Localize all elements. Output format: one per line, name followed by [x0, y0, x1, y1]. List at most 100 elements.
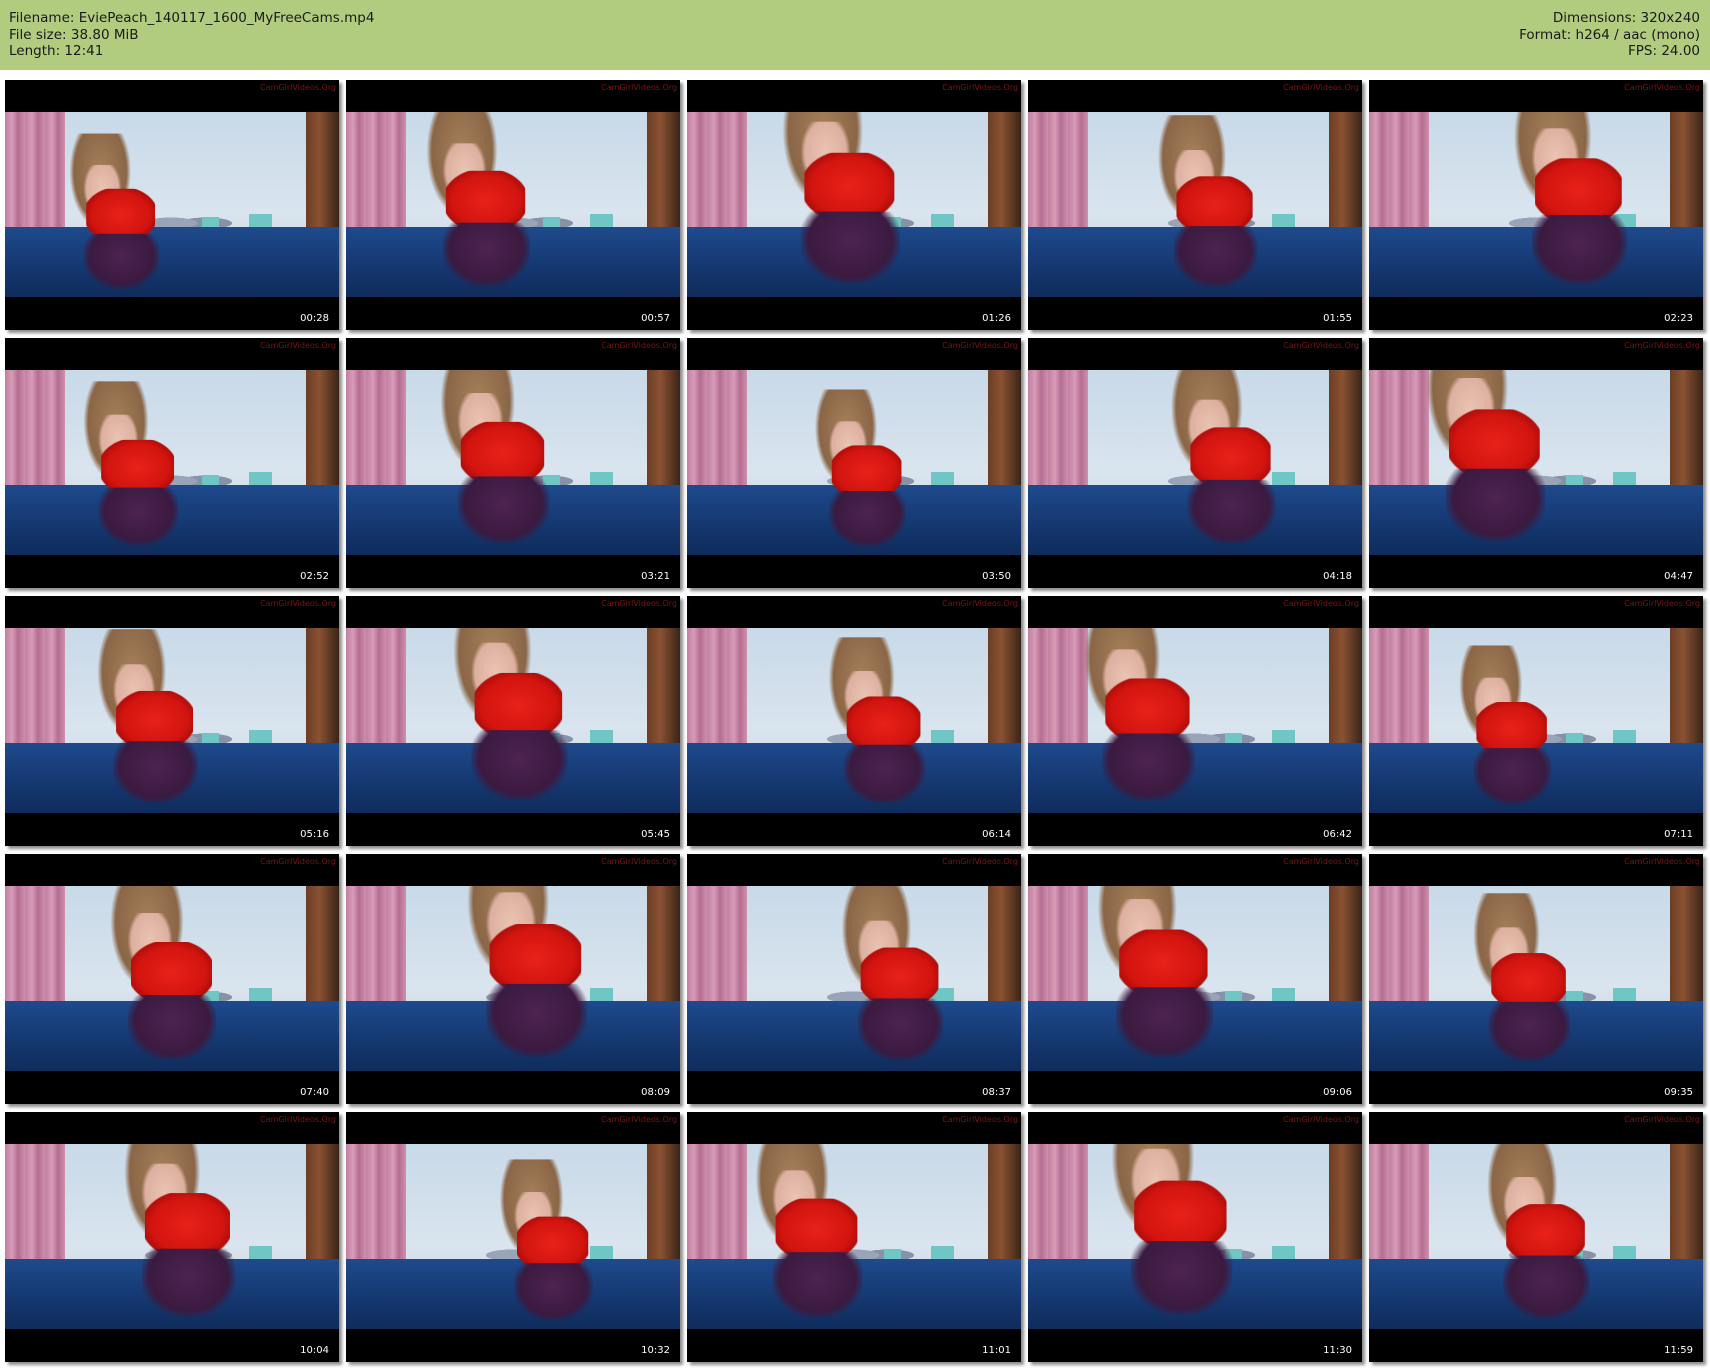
video-frame-image: [1369, 628, 1703, 813]
info-header: Filename: EviePeach_140117_1600_MyFreeCa…: [0, 0, 1710, 70]
video-frame-image: [1028, 628, 1362, 813]
video-frame-image: [5, 112, 339, 297]
thumbnail-timestamp: 02:23: [1664, 313, 1693, 324]
watermark-text: CamGirlVideos.Org: [942, 341, 1018, 350]
thumbnail-timestamp: 01:55: [1323, 313, 1352, 324]
video-frame-image: [1028, 886, 1362, 1071]
watermark-text: CamGirlVideos.Org: [601, 857, 677, 866]
video-thumbnail: CamGirlVideos.Org 07:40: [5, 854, 339, 1104]
watermark-text: CamGirlVideos.Org: [601, 341, 677, 350]
video-thumbnail: CamGirlVideos.Org 10:04: [5, 1112, 339, 1362]
thumbnail-timestamp: 02:52: [300, 571, 329, 582]
video-frame-image: [5, 1144, 339, 1329]
video-thumbnail: CamGirlVideos.Org 04:47: [1369, 338, 1703, 588]
video-thumbnail: CamGirlVideos.Org 09:35: [1369, 854, 1703, 1104]
watermark-text: CamGirlVideos.Org: [1624, 341, 1700, 350]
video-thumbnail: CamGirlVideos.Org 08:37: [687, 854, 1021, 1104]
video-thumbnail: CamGirlVideos.Org 11:01: [687, 1112, 1021, 1362]
thumbnail-timestamp: 11:01: [982, 1345, 1011, 1356]
thumbnail-timestamp: 03:50: [982, 571, 1011, 582]
watermark-text: CamGirlVideos.Org: [260, 83, 336, 92]
video-frame-image: [346, 1144, 680, 1329]
video-thumbnail: CamGirlVideos.Org 02:23: [1369, 80, 1703, 330]
video-frame-image: [687, 628, 1021, 813]
video-thumbnail: CamGirlVideos.Org 10:32: [346, 1112, 680, 1362]
video-frame-image: [5, 370, 339, 555]
video-thumbnail: CamGirlVideos.Org 00:28: [5, 80, 339, 330]
thumbnail-timestamp: 11:59: [1664, 1345, 1693, 1356]
video-frame-image: [687, 1144, 1021, 1329]
watermark-text: CamGirlVideos.Org: [601, 599, 677, 608]
video-thumbnail: CamGirlVideos.Org 08:09: [346, 854, 680, 1104]
thumbnail-timestamp: 06:14: [982, 829, 1011, 840]
watermark-text: CamGirlVideos.Org: [1283, 599, 1359, 608]
watermark-text: CamGirlVideos.Org: [1624, 599, 1700, 608]
watermark-text: CamGirlVideos.Org: [260, 341, 336, 350]
video-frame-image: [5, 886, 339, 1071]
video-frame-image: [346, 628, 680, 813]
thumbnail-timestamp: 05:16: [300, 829, 329, 840]
video-frame-image: [687, 886, 1021, 1071]
file-size-text: File size: 38.80 MiB: [9, 26, 139, 43]
video-frame-image: [5, 628, 339, 813]
thumbnail-timestamp: 04:47: [1664, 571, 1693, 582]
watermark-text: CamGirlVideos.Org: [1283, 857, 1359, 866]
watermark-text: CamGirlVideos.Org: [942, 599, 1018, 608]
video-frame-image: [1369, 1144, 1703, 1329]
thumbnail-timestamp: 07:11: [1664, 829, 1693, 840]
video-thumbnail: CamGirlVideos.Org 06:14: [687, 596, 1021, 846]
video-frame-image: [1369, 370, 1703, 555]
file-info-left: Filename: EviePeach_140117_1600_MyFreeCa…: [9, 10, 374, 60]
video-thumbnail: CamGirlVideos.Org 11:30: [1028, 1112, 1362, 1362]
thumbnail-timestamp: 10:04: [300, 1345, 329, 1356]
video-thumbnail: CamGirlVideos.Org 05:16: [5, 596, 339, 846]
thumbnail-timestamp: 09:06: [1323, 1087, 1352, 1098]
filename-text: Filename: EviePeach_140117_1600_MyFreeCa…: [9, 10, 375, 26]
video-frame-image: [1028, 1144, 1362, 1329]
video-thumbnail: CamGirlVideos.Org 01:26: [687, 80, 1021, 330]
watermark-text: CamGirlVideos.Org: [260, 599, 336, 608]
watermark-text: CamGirlVideos.Org: [1283, 1115, 1359, 1124]
watermark-text: CamGirlVideos.Org: [601, 83, 677, 92]
watermark-text: CamGirlVideos.Org: [1283, 341, 1359, 350]
video-frame-image: [346, 886, 680, 1071]
video-frame-image: [687, 370, 1021, 555]
file-info-right: Dimensions: 320x240 Format: h264 / aac (…: [1519, 10, 1700, 60]
video-thumbnail: CamGirlVideos.Org 07:11: [1369, 596, 1703, 846]
fps-text: FPS: 24.00: [1628, 43, 1700, 59]
watermark-text: CamGirlVideos.Org: [1624, 1115, 1700, 1124]
video-thumbnail: CamGirlVideos.Org 01:55: [1028, 80, 1362, 330]
video-thumbnail: CamGirlVideos.Org 09:06: [1028, 854, 1362, 1104]
video-thumbnail: CamGirlVideos.Org 03:21: [346, 338, 680, 588]
watermark-text: CamGirlVideos.Org: [601, 1115, 677, 1124]
dimensions-text: Dimensions: 320x240: [1552, 10, 1700, 26]
video-thumbnail: CamGirlVideos.Org 00:57: [346, 80, 680, 330]
watermark-text: CamGirlVideos.Org: [1624, 857, 1700, 866]
thumbnail-timestamp: 08:37: [982, 1087, 1011, 1098]
video-thumbnail: CamGirlVideos.Org 11:59: [1369, 1112, 1703, 1362]
video-frame-image: [1028, 112, 1362, 297]
thumbnail-timestamp: 08:09: [641, 1087, 670, 1098]
video-frame-image: [1369, 886, 1703, 1071]
watermark-text: CamGirlVideos.Org: [942, 1115, 1018, 1124]
watermark-text: CamGirlVideos.Org: [260, 857, 336, 866]
watermark-text: CamGirlVideos.Org: [1624, 83, 1700, 92]
thumbnail-timestamp: 09:35: [1664, 1087, 1693, 1098]
video-frame-image: [346, 112, 680, 297]
length-text: Length: 12:41: [9, 43, 104, 59]
video-frame-image: [1369, 112, 1703, 297]
video-thumbnail: CamGirlVideos.Org 05:45: [346, 596, 680, 846]
thumbnail-timestamp: 01:26: [982, 313, 1011, 324]
thumbnail-timestamp: 10:32: [641, 1345, 670, 1356]
thumbnail-timestamp: 00:57: [641, 313, 670, 324]
video-frame-image: [346, 370, 680, 555]
thumbnail-timestamp: 04:18: [1323, 571, 1352, 582]
thumbnail-timestamp: 00:28: [300, 313, 329, 324]
watermark-text: CamGirlVideos.Org: [942, 83, 1018, 92]
video-thumbnail: CamGirlVideos.Org 02:52: [5, 338, 339, 588]
watermark-text: CamGirlVideos.Org: [260, 1115, 336, 1124]
thumbnail-grid: CamGirlVideos.Org 00:28 CamGirlVideos.Org 0…: [5, 80, 1705, 1365]
thumbnail-timestamp: 06:42: [1323, 829, 1352, 840]
video-frame-image: [1028, 370, 1362, 555]
watermark-text: CamGirlVideos.Org: [1283, 83, 1359, 92]
